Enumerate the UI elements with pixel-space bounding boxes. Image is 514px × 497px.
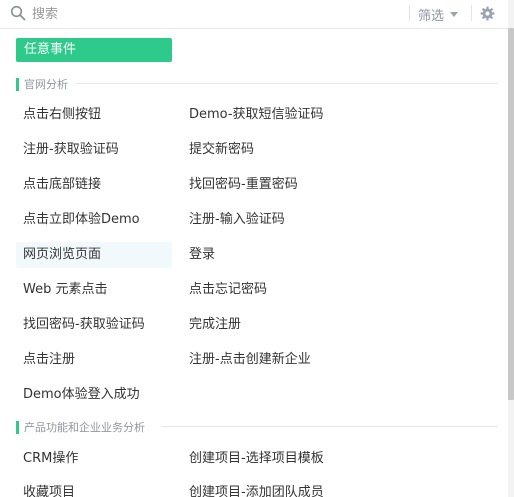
search-bar: 筛选: [0, 0, 508, 29]
event-item[interactable]: 完成注册: [182, 312, 382, 338]
event-item-hovered[interactable]: 网页浏览页面: [16, 242, 172, 268]
section-divider: [162, 426, 498, 427]
event-item[interactable]: 点击底部链接: [16, 172, 172, 198]
section-header: 产品功能和企业业务分析: [16, 420, 145, 434]
section-accent-bar: [16, 420, 19, 434]
event-item[interactable]: 点击注册: [16, 347, 172, 373]
event-item[interactable]: 创建项目-添加团队成员: [182, 480, 382, 497]
event-item[interactable]: Demo-获取短信验证码: [182, 102, 382, 128]
gear-icon[interactable]: [480, 6, 495, 21]
event-item[interactable]: 创建项目-选择项目模板: [182, 446, 382, 472]
any-event-button[interactable]: 任意事件: [16, 38, 172, 62]
event-item[interactable]: 注册-获取验证码: [16, 137, 172, 163]
filter-button[interactable]: 筛选: [418, 4, 459, 24]
divider: [409, 5, 410, 21]
event-item[interactable]: 点击右侧按钮: [16, 102, 172, 128]
event-item[interactable]: 找回密码-重置密码: [182, 172, 382, 198]
event-item[interactable]: 点击忘记密码: [182, 277, 382, 303]
event-item[interactable]: 登录: [182, 242, 382, 268]
section-accent-bar: [16, 77, 19, 91]
section-title: 官网分析: [24, 78, 68, 91]
event-item[interactable]: 点击立即体验Demo: [16, 207, 172, 233]
section-header: 官网分析: [16, 77, 68, 91]
divider: [471, 5, 472, 21]
scrollbar-track[interactable]: [508, 0, 514, 497]
search-input[interactable]: [32, 4, 392, 24]
section-divider: [76, 83, 498, 84]
event-item[interactable]: CRM操作: [16, 446, 172, 472]
event-item[interactable]: 收藏项目: [16, 480, 172, 497]
event-item[interactable]: 注册-输入验证码: [182, 207, 382, 233]
event-item[interactable]: Web 元素点击: [16, 277, 172, 303]
event-item[interactable]: Demo体验登入成功: [16, 382, 172, 408]
event-item[interactable]: 提交新密码: [182, 137, 382, 163]
event-item[interactable]: 注册-点击创建新企业: [182, 347, 382, 373]
search-icon: [10, 5, 26, 21]
scrollbar-thumb[interactable]: [508, 28, 514, 400]
event-item[interactable]: 找回密码-获取验证码: [16, 312, 172, 338]
section-title: 产品功能和企业业务分析: [24, 421, 145, 434]
filter-label: 筛选: [418, 8, 445, 24]
caret-down-icon: [450, 11, 459, 17]
